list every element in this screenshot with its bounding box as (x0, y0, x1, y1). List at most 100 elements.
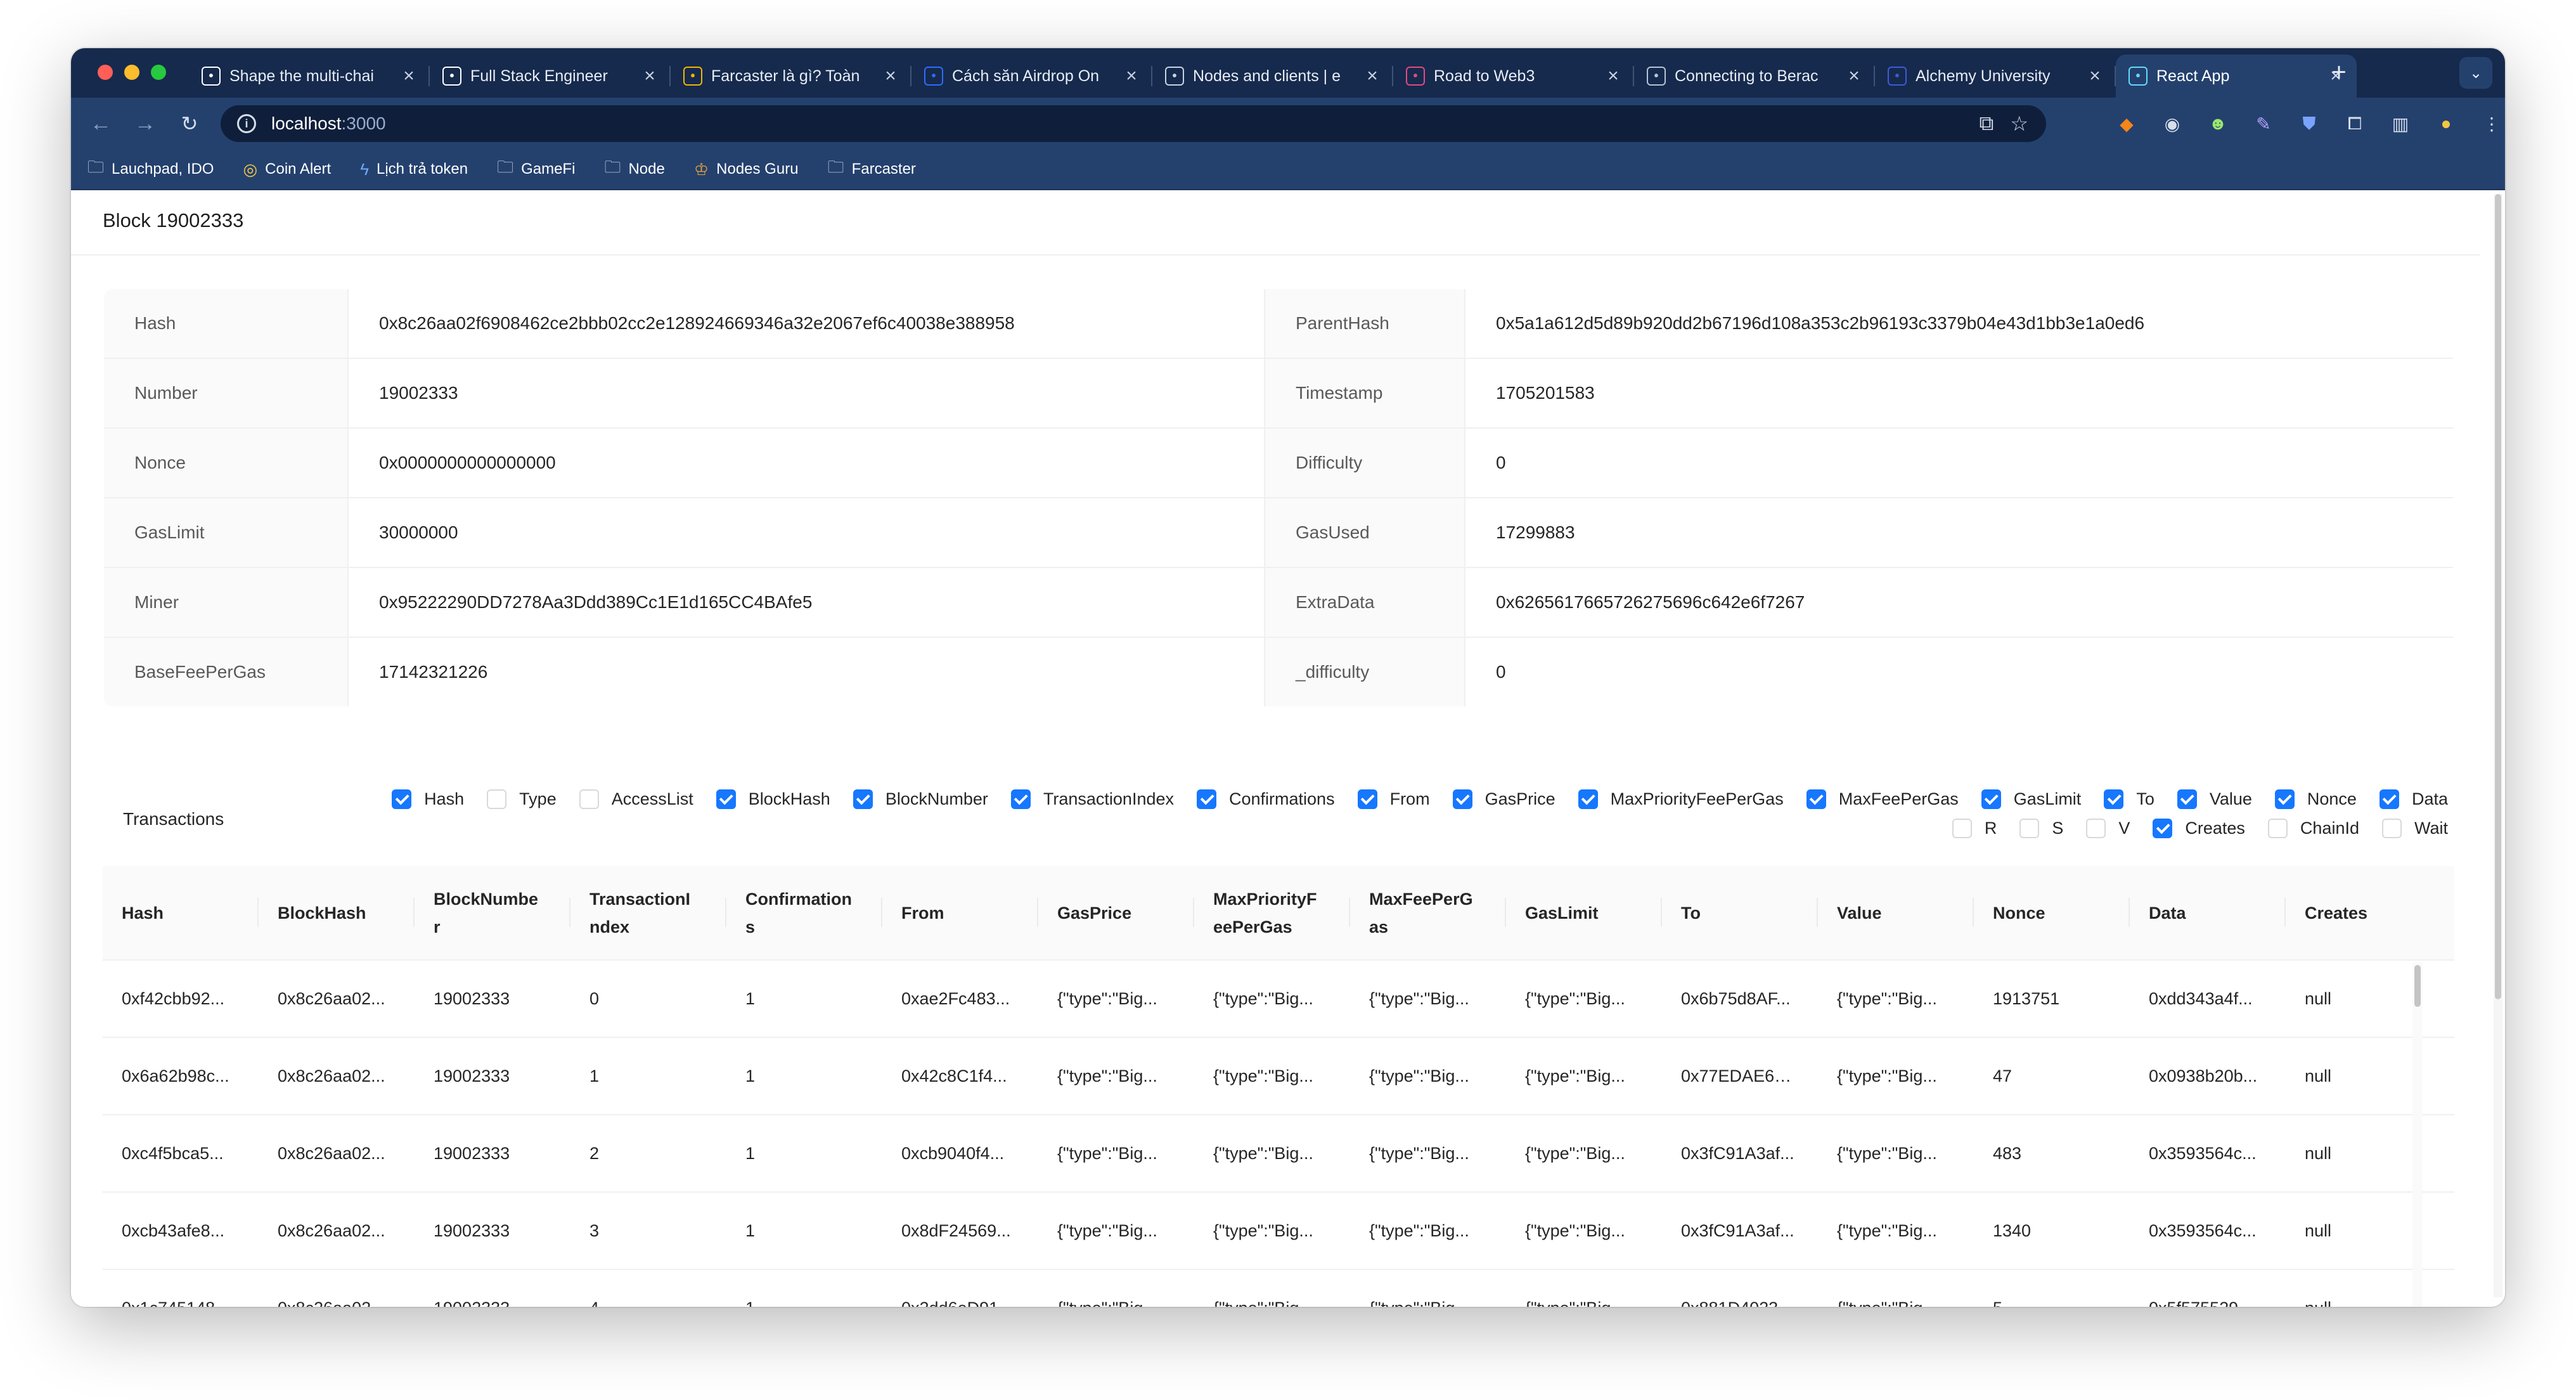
tab-5[interactable]: • Road to Web3 × (1393, 55, 1634, 98)
checkbox[interactable] (853, 789, 873, 809)
checkbox[interactable] (716, 789, 736, 809)
page-scrollbar[interactable] (2494, 194, 2502, 1297)
checkbox[interactable] (2379, 789, 2399, 809)
checkbox[interactable] (1452, 789, 1472, 809)
column-toggle-confirmations[interactable]: Confirmations (1197, 789, 1335, 809)
close-window-button[interactable] (98, 65, 113, 80)
column-toggle-r[interactable]: R (1952, 818, 1997, 838)
checkbox[interactable] (2267, 818, 2288, 838)
tab-7[interactable]: • Alchemy University × (1875, 55, 2116, 98)
column-toggle-maxpriorityfeepergas[interactable]: MaxPriorityFeePerGas (1578, 789, 1784, 809)
bookmark-5[interactable]: ♔ Nodes Guru (694, 160, 799, 179)
column-header[interactable]: Value (1818, 866, 1974, 961)
maximize-window-button[interactable] (151, 65, 166, 80)
checkbox[interactable] (392, 789, 412, 809)
table-scrollbar[interactable] (2412, 963, 2423, 1307)
tab-4[interactable]: • Nodes and clients | e × (1152, 55, 1393, 98)
checkbox[interactable] (1952, 818, 1972, 838)
bookmark-4[interactable]: 🗀 Node (604, 155, 664, 183)
column-header[interactable]: GasLimit (1506, 866, 1662, 961)
table-row[interactable]: 0xf42cbb92... 0x8c26aa02... 19002333 0 1 0xae… (103, 960, 2454, 1038)
new-tab-button[interactable]: + (2321, 58, 2357, 87)
address-bar[interactable]: i localhost:3000 ⧉ ☆ (221, 105, 2046, 142)
column-header[interactable]: BlockNumbe r (415, 866, 570, 961)
tab-search-button[interactable]: ⌄ (2459, 57, 2492, 89)
column-toggle-to[interactable]: To (2104, 789, 2154, 809)
metamask-icon[interactable]: ◆ (2112, 109, 2141, 138)
tab-0[interactable]: • Shape the multi-chai × (189, 55, 430, 98)
column-toggle-chainid[interactable]: ChainId (2267, 818, 2359, 838)
column-toggle-hash[interactable]: Hash (392, 789, 464, 809)
tab-6[interactable]: • Connecting to Berac × (1634, 55, 1875, 98)
column-toggle-wait[interactable]: Wait (2382, 818, 2448, 838)
back-arrow-icon[interactable]: ← (86, 109, 115, 138)
puzzle-icon[interactable]: ⧠ (2340, 109, 2369, 138)
column-toggle-type[interactable]: Type (487, 789, 557, 809)
column-toggle-value[interactable]: Value (2177, 789, 2252, 809)
column-header[interactable]: Data (2130, 866, 2286, 961)
tab-1[interactable]: • Full Stack Engineer × (430, 55, 671, 98)
close-tab-icon[interactable]: × (1363, 65, 1382, 87)
close-tab-icon[interactable]: × (881, 65, 900, 87)
tab-8[interactable]: • React App × (2116, 55, 2357, 98)
column-toggle-maxfeepergas[interactable]: MaxFeePerGas (1806, 789, 1959, 809)
column-header[interactable]: TransactionI ndex (570, 866, 726, 961)
checkbox[interactable] (2382, 818, 2402, 838)
column-toggle-blocknumber[interactable]: BlockNumber (853, 789, 988, 809)
profile-avatar[interactable]: ● (2431, 109, 2461, 138)
checkbox[interactable] (1197, 789, 1217, 809)
column-toggle-from[interactable]: From (1357, 789, 1430, 809)
column-toggle-gaslimit[interactable]: GasLimit (1981, 789, 2081, 809)
minimize-window-button[interactable] (124, 65, 139, 80)
checkbox[interactable] (1806, 789, 1826, 809)
checkbox[interactable] (487, 789, 507, 809)
column-header[interactable]: Nonce (1974, 866, 2130, 961)
close-tab-icon[interactable]: × (399, 65, 418, 87)
column-header[interactable]: From (882, 866, 1038, 961)
column-header[interactable]: Hash (103, 866, 259, 961)
table-row[interactable]: 0x1c745148...0x8c26aa02...19002333410x2d… (103, 1269, 2454, 1307)
column-toggle-transactionindex[interactable]: TransactionIndex (1010, 789, 1174, 809)
wallet-extension-icon[interactable]: ⛊ (2295, 109, 2324, 138)
column-header[interactable]: Confirmation s (726, 866, 882, 961)
column-toggle-s[interactable]: S (2019, 818, 2063, 838)
table-row[interactable]: 0x6a62b98c... 0x8c26aa02... 19002333 1 1 0x42… (103, 1037, 2454, 1115)
tab-3[interactable]: • Cách săn Airdrop On × (911, 55, 1152, 98)
feather-extension-icon[interactable]: ✎ (2249, 109, 2278, 138)
table-row[interactable]: 0xc4f5bca5... 0x8c26aa02... 19002333 2 1 0xcb… (103, 1115, 2454, 1193)
site-info-icon[interactable]: i (237, 114, 256, 133)
cast-icon[interactable]: ⧉ (1979, 112, 1993, 136)
bookmark-1[interactable]: ◎ Coin Alert (243, 160, 331, 179)
checkbox[interactable] (2153, 818, 2173, 838)
column-toggle-v[interactable]: V (2086, 818, 2130, 838)
kebab-menu-icon[interactable]: ⋮ (2477, 109, 2505, 138)
close-tab-icon[interactable]: × (1845, 65, 1864, 87)
bookmark-0[interactable]: 🗀 Lauchpad, IDO (87, 155, 214, 183)
reload-icon[interactable]: ↻ (175, 109, 204, 138)
column-header[interactable]: GasPrice (1038, 866, 1194, 961)
close-tab-icon[interactable]: × (1122, 65, 1141, 87)
column-header[interactable]: To (1662, 866, 1818, 961)
checkbox[interactable] (1357, 789, 1377, 809)
column-header[interactable]: BlockHash (259, 866, 415, 961)
checkbox[interactable] (1578, 789, 1598, 809)
bookmark-3[interactable]: 🗀 GameFi (497, 155, 575, 183)
bookmark-star-icon[interactable]: ☆ (2010, 112, 2028, 136)
side-panel-icon[interactable]: ▥ (2386, 109, 2415, 138)
checkbox[interactable] (579, 789, 599, 809)
checkbox[interactable] (2177, 789, 2197, 809)
extension-icon[interactable]: ◉ (2158, 109, 2187, 138)
checkbox[interactable] (2274, 789, 2295, 809)
checkbox[interactable] (1981, 789, 2001, 809)
column-toggle-nonce[interactable]: Nonce (2274, 789, 2357, 809)
checkbox[interactable] (2104, 789, 2124, 809)
column-header[interactable]: MaxFeePerG as (1350, 866, 1506, 961)
close-tab-icon[interactable]: × (1604, 65, 1623, 87)
bookmark-6[interactable]: 🗀 Farcaster (828, 155, 916, 183)
column-toggle-creates[interactable]: Creates (2153, 818, 2245, 838)
bookmark-2[interactable]: ϟ Lịch trả token (360, 160, 468, 179)
column-toggle-data[interactable]: Data (2379, 789, 2448, 809)
frog-extension-icon[interactable]: ☻ (2203, 109, 2232, 138)
checkbox[interactable] (1010, 789, 1031, 809)
checkbox[interactable] (2019, 818, 2040, 838)
